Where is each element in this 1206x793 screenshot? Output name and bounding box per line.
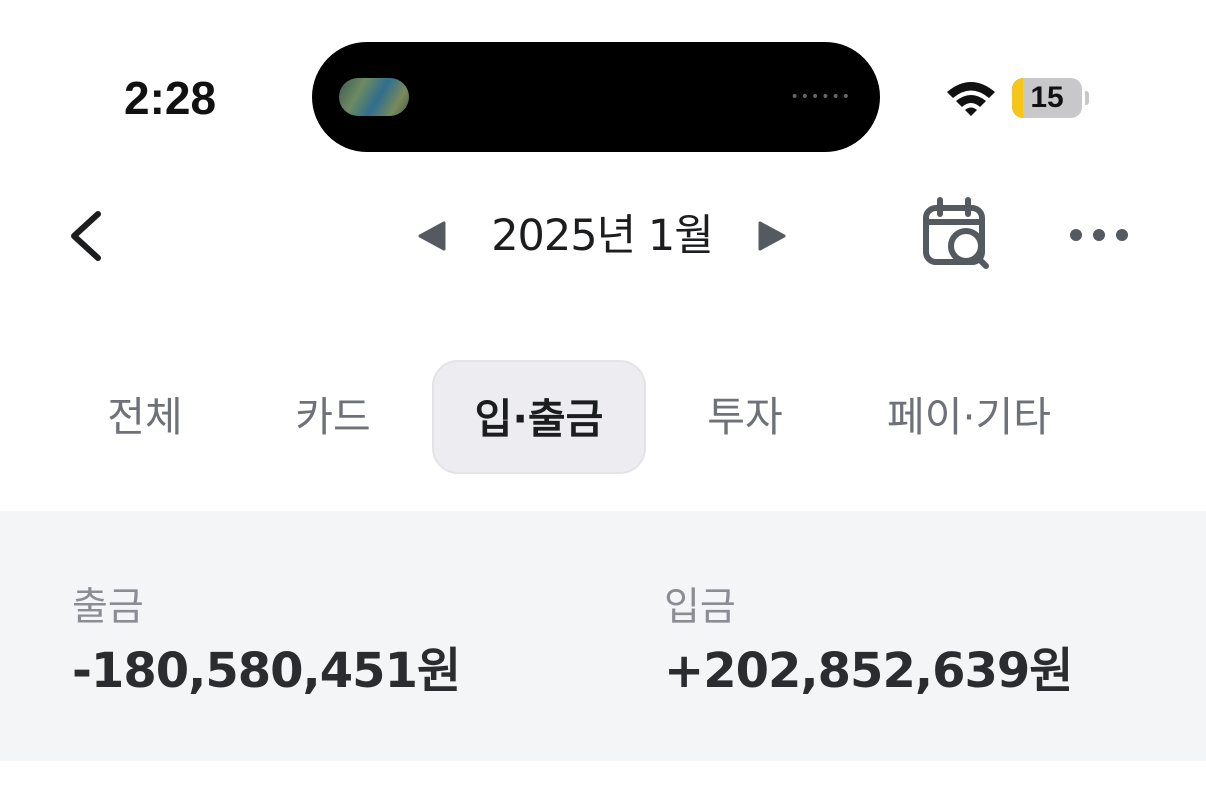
category-tabs: 전체 카드 입·출금 투자 페이·기타 [0, 360, 1206, 476]
battery-level: 15 [1030, 81, 1064, 114]
tab-investment[interactable]: 투자 [670, 360, 820, 474]
chevron-left-icon[interactable] [60, 200, 120, 270]
transactions-screen: 2:28 •••••• 15 2025년 1월 전체 카드 입·출금 투자 페이… [0, 0, 1206, 793]
dynamic-island[interactable]: •••••• [312, 42, 880, 152]
outgoing-total: -180,580,451원 [72, 643, 461, 699]
more-horizontal-icon[interactable] [1064, 214, 1134, 256]
battery-cap [1085, 91, 1089, 105]
tab-deposit-withdrawal[interactable]: 입·출금 [432, 360, 646, 474]
month-title[interactable]: 2025년 1월 [470, 206, 734, 266]
status-time: 2:28 [124, 72, 217, 124]
incoming-total: +202,852,639원 [664, 643, 1073, 699]
monthly-summary: 출금 -180,580,451원 입금 +202,852,639원 [0, 511, 1206, 761]
battery-icon: 15 [1012, 78, 1082, 118]
calendar-search-icon[interactable] [916, 196, 996, 276]
outgoing-label: 출금 [72, 585, 144, 630]
triangle-left-icon[interactable] [412, 216, 452, 256]
tab-all[interactable]: 전체 [70, 360, 220, 474]
wifi-icon [947, 82, 995, 116]
triangle-right-icon[interactable] [752, 216, 792, 256]
now-playing-thumbnail [339, 78, 409, 116]
tab-pay-etc[interactable]: 페이·기타 [862, 360, 1076, 474]
incoming-label: 입금 [664, 585, 736, 630]
island-dots: •••••• [790, 89, 852, 105]
tab-card[interactable]: 카드 [258, 360, 408, 474]
